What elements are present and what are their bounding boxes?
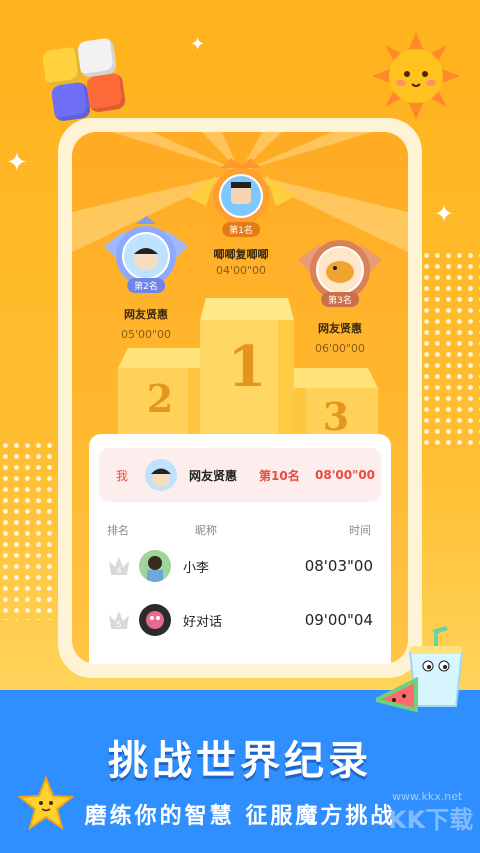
crown-icon: 5: [99, 609, 139, 631]
row-rank: 5: [116, 620, 121, 629]
sparkle-icon: ✦: [434, 200, 455, 228]
rank-tag-third: 第3名: [321, 292, 359, 307]
rank-tag-second: 第2名: [127, 278, 165, 293]
sparkle-icon: ✦: [6, 148, 28, 178]
table-row[interactable]: 4 小李 08'03"00: [89, 546, 391, 586]
avatar: [139, 604, 171, 636]
row-rank: 4: [116, 566, 121, 575]
rubiks-cube-icon: [37, 35, 127, 125]
podium-number-1: 1: [227, 334, 267, 400]
column-nickname: 昵称: [195, 524, 217, 537]
row-nickname: 好对话: [183, 614, 223, 630]
third-name: 网友贤惠: [318, 322, 362, 335]
rank-tag-first: 第1名: [222, 222, 260, 237]
my-rank: 第10名: [259, 468, 300, 483]
me-label: 我: [115, 468, 128, 483]
my-nickname: 网友贤惠: [189, 468, 238, 483]
sparkle-icon: ✦: [190, 34, 206, 55]
row-nickname: 小李: [183, 560, 210, 576]
sun-icon: [372, 32, 460, 120]
third-place: 第3名 网友贤惠 06'00"00: [290, 230, 390, 355]
my-rank-row[interactable]: 我 网友贤惠 第10名 08'00"00: [99, 448, 381, 502]
table-row[interactable]: 5 好对话 09'00"04: [89, 600, 391, 640]
crown-icon: 4: [99, 555, 139, 577]
avatar: [139, 550, 171, 582]
star-mascot-icon: [18, 776, 74, 831]
row-time: 09'00"04: [304, 611, 373, 629]
my-time: 08'00"00: [315, 468, 376, 482]
second-time: 05'00"00: [120, 328, 172, 341]
avatar: [145, 459, 177, 491]
second-place: 第2名 网友贤惠 05'00"00: [96, 216, 196, 341]
second-name: 网友贤惠: [124, 308, 168, 321]
column-rank: 排名: [107, 524, 129, 537]
watermark-logo: KK下载: [388, 806, 474, 834]
podium-number-2: 2: [146, 376, 174, 421]
row-time: 08'03"00: [304, 557, 373, 575]
column-time: 时间: [349, 524, 371, 537]
third-time: 06'00"00: [314, 342, 366, 355]
ranking-list: 我 网友贤惠 第10名 08'00"00 排名 昵称 时间 4 小李 08'03…: [89, 434, 391, 664]
podium-number-3: 3: [322, 394, 350, 439]
drink-cup-icon: [376, 626, 464, 713]
